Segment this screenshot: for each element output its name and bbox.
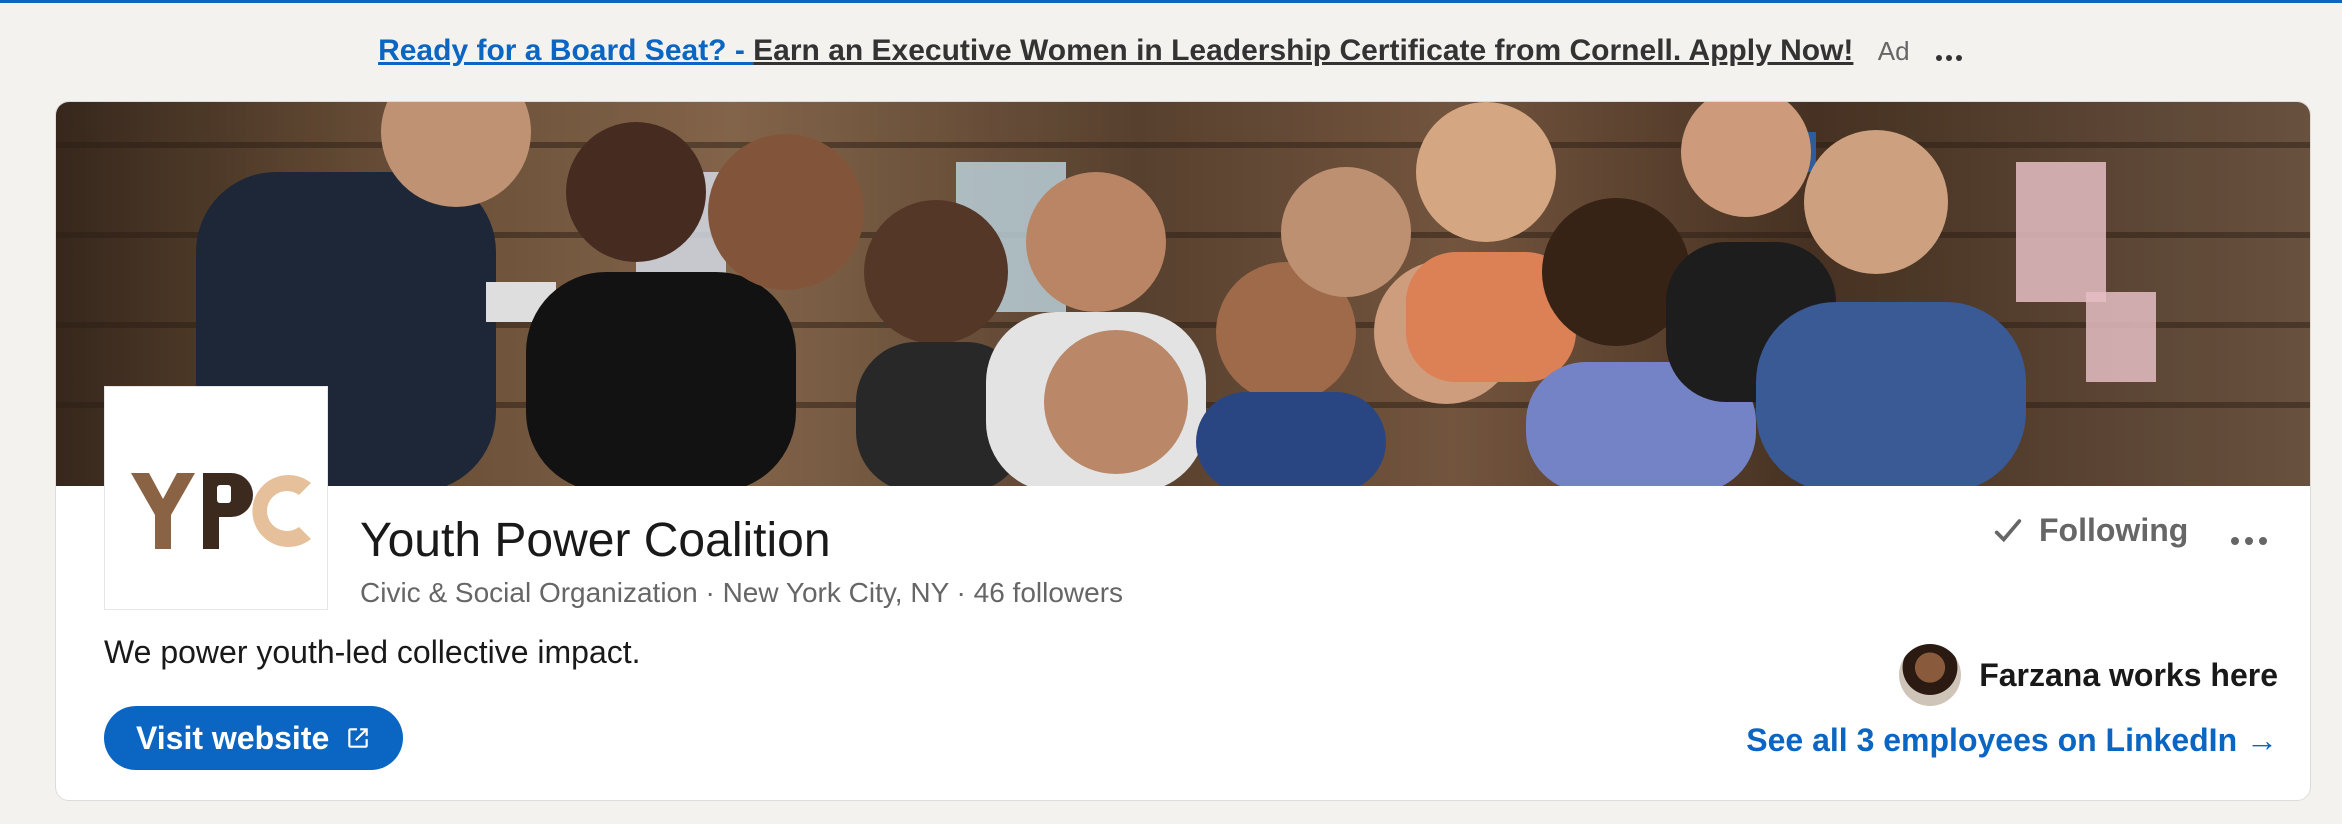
company-logo[interactable]	[104, 386, 328, 610]
ad-banner: Ready for a Board Seat? - Earn an Execut…	[0, 31, 2342, 72]
visit-website-button[interactable]: Visit website	[104, 706, 404, 770]
ypc-logo-icon	[131, 473, 311, 549]
cover-photo	[56, 102, 2310, 486]
ad-more-icon[interactable]	[1934, 32, 1964, 72]
company-meta: Civic & Social Organization · New York C…	[360, 577, 1124, 608]
company-name[interactable]: Youth Power Coalition	[360, 512, 831, 570]
employee-text: Farzana works here	[1979, 656, 2278, 693]
group-photo-illustration	[56, 102, 2310, 486]
checkmark-icon	[1994, 518, 2022, 542]
following-label: Following	[2039, 512, 2189, 548]
company-tagline: We power youth-led collective impact.	[104, 634, 641, 670]
employee-connection[interactable]: Farzana works here	[1899, 644, 2278, 706]
ad-label: Ad	[1877, 36, 1910, 66]
more-horizontal-icon[interactable]	[2228, 532, 2270, 550]
ad-body-link[interactable]: Earn an Executive Women in Leadership Ce…	[753, 34, 1853, 67]
company-card: Youth Power Coalition Civic & Social Org…	[55, 101, 2311, 801]
avatar	[1899, 644, 1962, 706]
see-all-employees-link[interactable]: See all 3 employees on LinkedIn →	[1746, 722, 2278, 759]
external-link-icon	[348, 728, 369, 748]
visit-website-label: Visit website	[136, 719, 330, 756]
following-button[interactable]: Following	[1991, 512, 2188, 549]
ad-headline-link[interactable]: Ready for a Board Seat? -	[378, 34, 753, 67]
